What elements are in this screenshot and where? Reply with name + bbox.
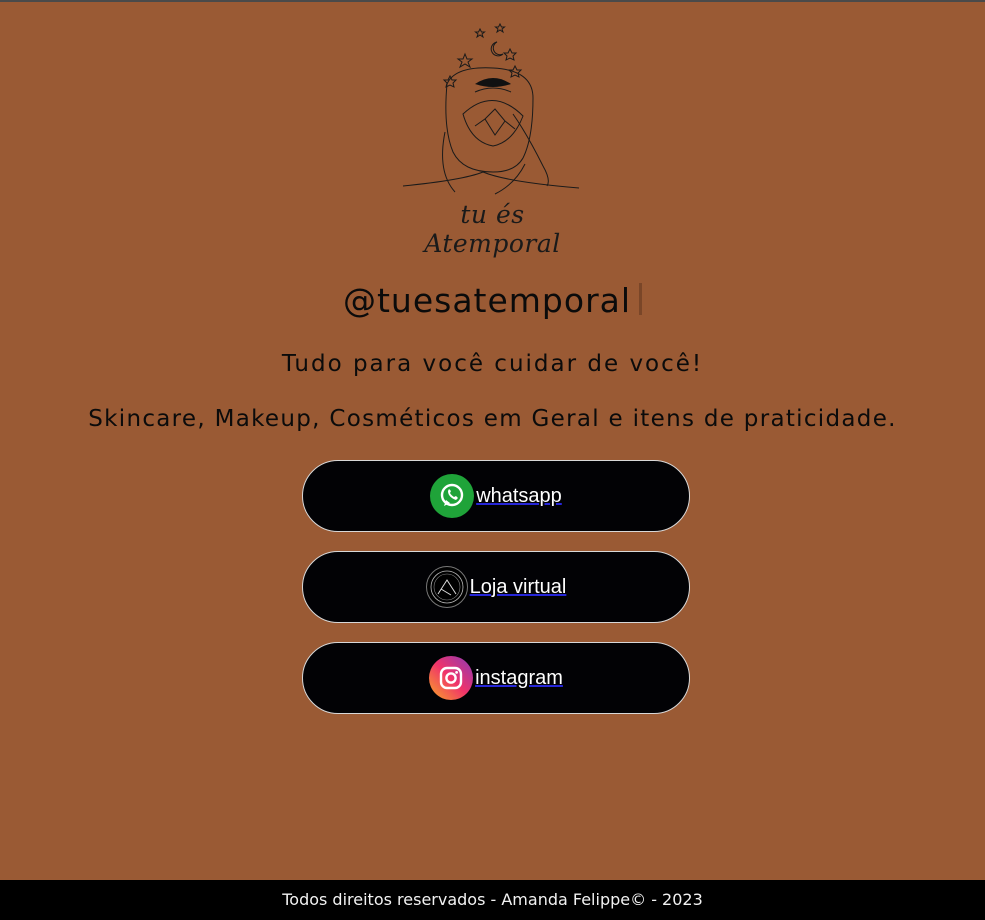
whatsapp-icon bbox=[430, 474, 475, 518]
whatsapp-link-button[interactable]: whatsapp bbox=[302, 460, 690, 532]
description: Skincare, Makeup, Cosméticos em Geral e … bbox=[88, 406, 897, 432]
brand-logo: tu és Atemporal bbox=[395, 14, 590, 258]
typing-cursor bbox=[639, 283, 643, 315]
profile-handle-text: @tuesatemporal bbox=[342, 281, 632, 320]
logo-wordmark: tu és Atemporal bbox=[424, 200, 561, 258]
profile-handle: @tuesatemporal bbox=[0, 281, 985, 320]
store-link-button[interactable]: Loja virtual bbox=[302, 551, 690, 623]
tagline: Tudo para você cuidar de você! bbox=[281, 351, 704, 377]
instagram-icon bbox=[429, 656, 474, 700]
top-border bbox=[0, 0, 985, 2]
footer: Todos direitos reservados - Amanda Felip… bbox=[0, 880, 985, 920]
footer-copyright: Todos direitos reservados - Amanda Felip… bbox=[282, 890, 703, 909]
instagram-link-button[interactable]: instagram bbox=[302, 642, 690, 714]
whatsapp-link-label[interactable]: whatsapp bbox=[476, 485, 562, 508]
store-logo-icon bbox=[425, 566, 468, 608]
store-link-label[interactable]: Loja virtual bbox=[470, 576, 567, 599]
instagram-link-label[interactable]: instagram bbox=[475, 667, 563, 690]
